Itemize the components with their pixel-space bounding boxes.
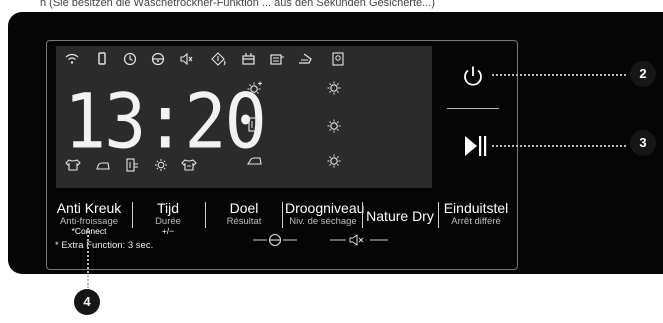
- power-icon: [464, 66, 482, 86]
- play-pause-icon: [465, 136, 487, 156]
- plus-minus-label: +/−: [161, 226, 175, 236]
- time-display: 13:20: [64, 77, 267, 166]
- divider: [438, 202, 439, 228]
- divider: [205, 202, 206, 228]
- connect-label: *Connect: [71, 226, 107, 236]
- sun-icon: [325, 79, 341, 95]
- anti-kreuk-label: Anti Kreuk: [56, 200, 122, 216]
- divider: [132, 202, 133, 228]
- tijd-button[interactable]: Tijd Durée +/−: [140, 200, 196, 240]
- sun-icon: [325, 152, 341, 168]
- divider: [282, 202, 283, 228]
- einduitstel-label: Einduitstel: [443, 200, 509, 216]
- clock-icon: [122, 51, 138, 67]
- top-caption: h (Sie besitzen die Wäschetrockner-Funkt…: [40, 0, 435, 9]
- callout-line-3: [492, 145, 626, 147]
- condenser-icon: [240, 51, 256, 67]
- tijd-label: Tijd: [156, 200, 180, 216]
- child-lock-icon: [150, 51, 166, 67]
- start-pause-button[interactable]: [463, 133, 489, 159]
- doel-label: Doel: [229, 200, 259, 216]
- droogniveau-sub-label: Niv. de séchage: [289, 216, 357, 227]
- iron-low-icon: [245, 152, 262, 168]
- filter-icon: [210, 51, 226, 67]
- callout-line-2: [492, 74, 626, 76]
- callout-line-4: [87, 228, 89, 288]
- sun-icon: [153, 157, 169, 173]
- extra-function-note: * Extra Function: 3 sec.: [55, 240, 154, 251]
- sound-combo-icon: [330, 232, 390, 251]
- nature-dry-label: Nature Dry: [366, 208, 434, 224]
- wifi-icon: [64, 51, 80, 67]
- child-lock-combo-icon: [253, 232, 297, 251]
- divider: [362, 202, 363, 228]
- sound-off-icon: [178, 51, 194, 67]
- droogniveau-label: Droogniveau: [285, 200, 365, 216]
- callout-2: 2: [630, 61, 656, 87]
- einduitstel-sub-label: Arrêt différé: [451, 216, 501, 227]
- callout-3: 3: [630, 130, 656, 156]
- cabinet-icon: [245, 116, 261, 132]
- callout-4: 4: [74, 289, 100, 315]
- cabinet-icon: [124, 157, 140, 173]
- shirt-icon: [64, 157, 81, 173]
- shirt-dry-icon: [180, 157, 197, 173]
- phone-icon: [94, 51, 110, 67]
- sun-icon: [325, 117, 341, 133]
- iron-low-icon: [94, 157, 110, 173]
- sun-plus-icon: [245, 79, 262, 96]
- iron-icon: [296, 51, 312, 67]
- separator-line: [447, 108, 499, 109]
- einduitstel-button[interactable]: Einduitstel Arrêt différé: [442, 200, 510, 240]
- doel-sub-label: Résultat: [226, 216, 262, 227]
- power-button[interactable]: [460, 63, 486, 89]
- anti-kreuk-button[interactable]: Anti Kreuk Anti-froissage *Connect: [54, 200, 124, 240]
- drawer-icon: [268, 51, 284, 67]
- tag-icon: [330, 51, 346, 67]
